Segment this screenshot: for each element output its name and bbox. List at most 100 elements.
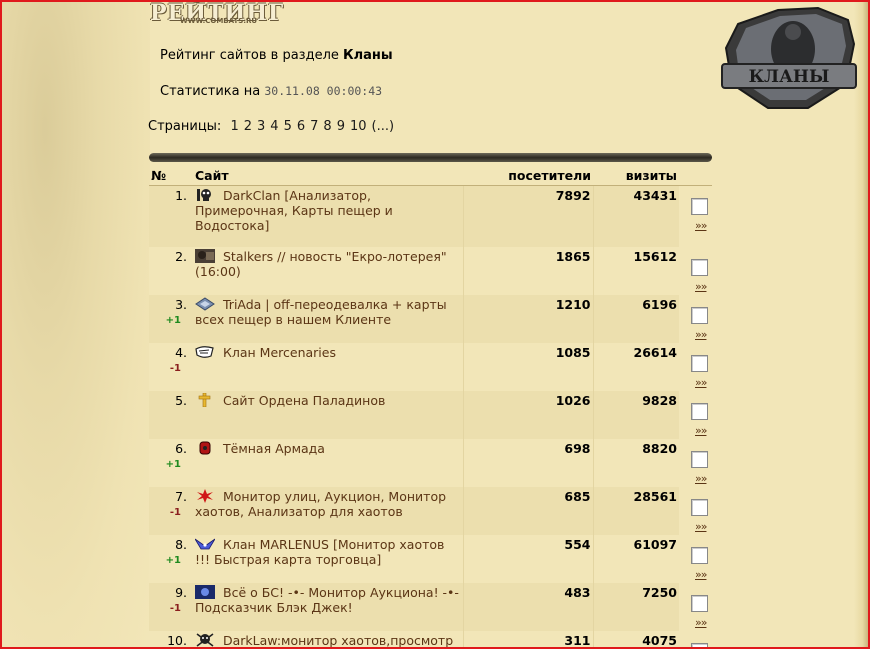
rank-change-badge: -1 (169, 363, 181, 374)
page-link-11[interactable]: (...) (372, 119, 395, 134)
page-title: Рейтинг сайтов в разделе Кланы (160, 48, 393, 63)
row-actions: »» (679, 185, 712, 247)
row-rank: 5. (175, 393, 187, 408)
site-link[interactable]: Клан Mercenaries (195, 345, 336, 360)
row-select-checkbox[interactable] (691, 259, 708, 276)
clans-emblem: КЛАНЫ (721, 6, 857, 109)
page-link-4[interactable]: 4 (270, 119, 278, 134)
row-visits: 8820 (592, 439, 679, 487)
site-title: Монитор улиц, Аукцион, Монитор хаотов, А… (195, 489, 447, 519)
row-actions: »» (679, 295, 712, 343)
row-visitors: 685 (462, 487, 593, 535)
row-rank-cell: 10.+3 (149, 631, 193, 649)
row-more-link[interactable]: »» (695, 568, 710, 581)
site-link[interactable]: DarkClan [Анализатор, Примерочная, Карты… (195, 188, 393, 233)
row-rank-cell: 7. -1 (149, 487, 193, 535)
stalkers-icon (195, 249, 215, 263)
site-link[interactable]: Клан MARLENUS [Монитор хаотов !!! Быстра… (194, 537, 444, 567)
site-title: Stalkers // новость "Екро-лотерея" (16:0… (195, 249, 447, 279)
row-site-cell: TriAda | off-переодевалка + карты всех п… (193, 295, 463, 343)
row-visits: 15612 (592, 247, 679, 295)
site-title: DarkClan [Анализатор, Примерочная, Карты… (195, 187, 393, 233)
row-actions: »» (679, 439, 712, 487)
row-more-link[interactable]: »» (695, 328, 710, 341)
col-header-actions (679, 166, 712, 186)
site-link[interactable]: DarkLaw:монитор хаотов,просмотр аукциона… (195, 633, 453, 649)
row-more-link[interactable]: »» (695, 424, 710, 437)
table-header-row: № Сайт посетители визиты (149, 166, 712, 186)
row-select-checkbox[interactable] (691, 499, 708, 516)
row-visitors: 1085 (462, 343, 593, 391)
row-visits: 61097 (592, 535, 679, 583)
col-header-site: Сайт (193, 166, 463, 186)
row-visits: 26614 (592, 343, 679, 391)
row-visitors: 554 (462, 535, 593, 583)
row-site-cell: Тёмная Армада (193, 439, 463, 487)
row-rank-cell: 2. (149, 247, 193, 295)
page-link-8[interactable]: 8 (323, 119, 331, 134)
row-site-cell: Клан Mercenaries (193, 343, 463, 391)
col-header-num: № (149, 166, 193, 186)
row-select-checkbox[interactable] (691, 307, 708, 324)
row-visitors: 7892 (462, 185, 593, 247)
row-visitors: 1210 (462, 295, 593, 343)
row-rank: 7. (175, 489, 187, 504)
page-link-1[interactable]: 1 (230, 119, 238, 134)
site-link[interactable]: Сайт Ордена Паладинов (195, 392, 385, 408)
row-more-link[interactable]: »» (695, 472, 710, 485)
row-select-checkbox[interactable] (691, 355, 708, 372)
row-select-checkbox[interactable] (691, 643, 708, 649)
row-rank: 9. (175, 585, 187, 600)
page-link-7[interactable]: 7 (310, 119, 318, 134)
site-link[interactable]: TriAda | off-переодевалка + карты всех п… (195, 297, 447, 327)
site-link[interactable]: Всё о БС! -•- Монитор Аукциона! -•- Подс… (195, 585, 459, 615)
site-title: TriAda | off-переодевалка + карты всех п… (195, 297, 447, 327)
page-link-2[interactable]: 2 (244, 119, 252, 134)
row-site-cell: Сайт Ордена Паладинов (193, 391, 463, 439)
row-more-link[interactable]: »» (695, 616, 710, 629)
rank-change-badge: +1 (165, 459, 181, 470)
row-visits: 43431 (592, 185, 679, 247)
site-link[interactable]: Stalkers // новость "Екро-лотерея" (16:0… (195, 249, 447, 279)
page-link-6[interactable]: 6 (297, 119, 305, 134)
row-actions: »» (679, 631, 712, 649)
rank-change-badge: -1 (169, 507, 181, 518)
site-link[interactable]: Тёмная Армада (195, 441, 325, 456)
page-link-9[interactable]: 9 (337, 119, 345, 134)
row-select-checkbox[interactable] (691, 547, 708, 564)
col-header-visits[interactable]: визиты (593, 166, 679, 186)
cross-icon (195, 392, 215, 408)
row-more-link[interactable]: »» (695, 219, 710, 232)
site-link[interactable]: Монитор улиц, Аукцион, Монитор хаотов, А… (195, 489, 446, 519)
pagination: Страницы: 1 2 3 4 5 6 7 8 9 10 (...) (148, 119, 394, 134)
row-more-link[interactable]: »» (695, 520, 710, 533)
row-more-link[interactable]: »» (695, 376, 710, 389)
page-link-5[interactable]: 5 (284, 119, 292, 134)
row-visitors: 698 (462, 439, 593, 487)
stats-label: Статистика на (160, 84, 265, 99)
page-link-10[interactable]: 10 (350, 119, 367, 134)
rank-change-badge: -1 (169, 603, 181, 614)
marlenus-icon (194, 537, 216, 551)
row-select-checkbox[interactable] (691, 197, 708, 215)
row-more-link[interactable]: »» (695, 280, 710, 293)
row-select-checkbox[interactable] (691, 451, 708, 468)
pagination-label: Страницы: (148, 119, 222, 134)
row-visitors: 1026 (462, 391, 593, 439)
stats-line: Статистика на 30.11.08 00:00:43 (160, 84, 382, 99)
row-visits: 28561 (592, 487, 679, 535)
row-rank: 4. (175, 345, 187, 360)
row-select-checkbox[interactable] (691, 403, 708, 420)
row-visits: 7250 (592, 583, 679, 631)
site-logo[interactable]: РЕЙТИНГ WWW.COMBATS.RU (150, 2, 290, 28)
col-header-visitors[interactable]: посетители (463, 166, 593, 186)
row-site-cell: Stalkers // новость "Екро-лотерея" (16:0… (193, 247, 463, 295)
row-site-cell: Всё о БС! -•- Монитор Аукциона! -•- Подс… (193, 583, 463, 631)
row-select-checkbox[interactable] (691, 595, 708, 612)
page-link-3[interactable]: 3 (257, 119, 265, 134)
row-visits: 6196 (592, 295, 679, 343)
mercenaries-icon (195, 345, 215, 359)
table-row: 10.+3DarkLaw:монитор хаотов,просмотр аук… (149, 631, 712, 649)
row-rank-cell: 6. +1 (149, 439, 193, 487)
row-rank-cell: 8. +1 (149, 535, 193, 583)
